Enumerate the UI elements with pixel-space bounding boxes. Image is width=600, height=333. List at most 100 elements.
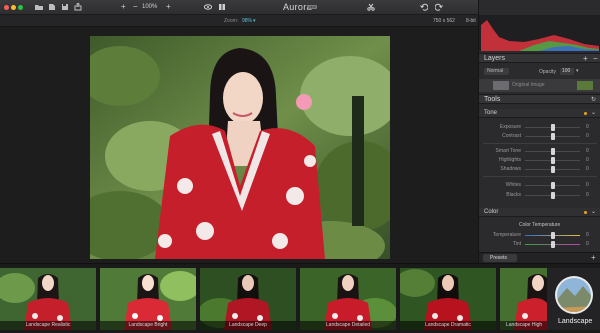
slider-value[interactable]: 0 [586, 157, 589, 163]
layer-thumbnail [577, 81, 593, 90]
divider [483, 176, 597, 177]
layer-name: Original Image [512, 82, 545, 88]
slider-value[interactable]: 0 [586, 124, 589, 130]
zoom-in-icon[interactable]: + [121, 2, 126, 11]
crop-scissors-icon[interactable] [367, 3, 375, 11]
zoom-percent: 100% [142, 4, 158, 10]
color-heading: Color [484, 209, 499, 215]
slider-value[interactable]: 0 [586, 192, 589, 198]
opacity-dropdown-icon[interactable]: ▾ [576, 68, 579, 74]
preset-thumbnail[interactable]: Landscape Detailed [300, 268, 396, 330]
open-file-icon[interactable] [48, 3, 56, 11]
slider-label: Tint [512, 241, 521, 247]
zoom-value[interactable]: 98% [242, 18, 252, 24]
slider-handle[interactable] [551, 124, 555, 131]
open-folder-icon[interactable] [35, 3, 43, 11]
compare-split-icon[interactable] [218, 3, 226, 11]
preview-eye-icon[interactable] [204, 3, 212, 11]
layer-controls: Normal Opacity 100 ▾ [479, 65, 600, 78]
image-dimensions: 750 x 562 [433, 18, 455, 24]
slider-handle[interactable] [551, 241, 555, 248]
tone-heading: Tone [484, 110, 498, 116]
portrait-photo-image [90, 36, 390, 259]
slider-handle[interactable] [551, 182, 555, 189]
slider-row-exposure: Exposure 0 [479, 123, 600, 132]
slider-row-smart-tone: Smart Tone 0 [479, 147, 600, 156]
preset-thumbnail[interactable]: Landscape Deep [200, 268, 296, 330]
minimize-window-button[interactable] [11, 5, 16, 10]
zoom-label: Zoom: [224, 18, 239, 24]
preset-label: Landscape Deep [200, 321, 296, 330]
slider-label: Exposure [499, 124, 521, 130]
remove-layer-icon[interactable]: − [593, 54, 598, 63]
chevron-down-icon[interactable]: ⌄ [591, 208, 596, 215]
slider-value[interactable]: 0 [586, 232, 589, 238]
zoom-window-button[interactable] [18, 5, 23, 10]
layers-heading: Layers [484, 55, 506, 62]
category-landscape[interactable]: Landscape [547, 268, 600, 330]
reset-tools-icon[interactable]: ↻ [591, 96, 596, 103]
opacity-input[interactable]: 100 [560, 68, 574, 75]
zoom-dropdown-icon[interactable]: ▾ [253, 18, 256, 24]
slider-label: Smart Tone [495, 148, 521, 154]
slider-row-highlights: Highlights 0 [479, 156, 600, 165]
add-preset-icon[interactable]: + [591, 253, 596, 262]
preset-thumbnail[interactable]: Landscape Bright [100, 268, 196, 330]
slider-row-shadows: Shadows 0 [479, 165, 600, 174]
slider-label: Whites [505, 182, 521, 188]
color-temperature-subheading: Color Temperature [519, 222, 561, 228]
tone-active-dot [584, 112, 587, 115]
redo-icon[interactable] [435, 3, 443, 11]
right-panel: Layers + − Normal Opacity 100 ▾ Original… [478, 0, 600, 263]
slider-handle[interactable] [551, 166, 555, 173]
add-layer-icon[interactable]: + [583, 54, 588, 63]
slider-value[interactable]: 0 [586, 148, 589, 154]
slider-value[interactable]: 0 [586, 133, 589, 139]
tools-section-header[interactable]: Tools ↻ [479, 94, 600, 104]
fit-icon[interactable]: + [166, 2, 171, 11]
opacity-label: Opacity [539, 69, 556, 75]
tools-heading: Tools [484, 96, 501, 103]
tone-section-header[interactable]: Tone ⌄ [479, 109, 600, 118]
slider-handle[interactable] [551, 157, 555, 164]
presets-filmstrip: Landscape Realistic Landscape Bright Lan… [0, 263, 600, 333]
slider-value[interactable]: 0 [586, 241, 589, 247]
slider-row-blacks: Blacks 0 [479, 191, 600, 200]
save-icon[interactable] [61, 3, 69, 11]
main-photo[interactable] [90, 36, 390, 259]
divider [483, 143, 597, 144]
chevron-down-icon[interactable]: ⌄ [591, 109, 596, 116]
layers-section-header[interactable]: Layers + − [479, 53, 600, 63]
slider-label: Blacks [506, 192, 521, 198]
image-canvas[interactable] [0, 27, 478, 263]
color-section-header[interactable]: Color ⌄ [479, 208, 600, 217]
preset-label: Landscape Realistic [0, 321, 96, 330]
share-icon[interactable] [74, 3, 82, 11]
close-window-button[interactable] [4, 5, 9, 10]
slider-handle[interactable] [551, 232, 555, 239]
preset-thumbnail[interactable]: Landscape Dramatic [400, 268, 496, 330]
category-label: Landscape [558, 318, 593, 325]
slider-row-tint: Tint 0 [479, 240, 600, 249]
preset-thumbnail[interactable]: Landscape Realistic [0, 268, 96, 330]
undo-icon[interactable] [420, 3, 428, 11]
landscape-category-image [555, 276, 593, 314]
bit-depth: 8-bit [466, 18, 476, 24]
opacity-value: 100 [562, 68, 571, 74]
preset-label: Landscape Bright [100, 321, 196, 330]
slider-handle[interactable] [551, 148, 555, 155]
presets-tab[interactable]: Presets [483, 254, 517, 262]
slider-row-temperature: Temperature 0 [479, 231, 600, 240]
slider-handle[interactable] [551, 192, 555, 199]
slider-value[interactable]: 0 [586, 182, 589, 188]
blend-mode-select[interactable]: Normal [484, 68, 509, 75]
slider-handle[interactable] [551, 133, 555, 140]
histogram-graph [481, 20, 599, 51]
slider-label: Temperature [492, 232, 521, 238]
slider-value[interactable]: 0 [586, 166, 589, 172]
histogram [479, 15, 600, 51]
layer-row[interactable]: Original Image [479, 79, 600, 92]
preset-thumbnail[interactable]: Landscape High [500, 268, 547, 330]
slider-label: Highlights [499, 157, 521, 163]
zoom-out-icon[interactable]: − [133, 2, 138, 11]
